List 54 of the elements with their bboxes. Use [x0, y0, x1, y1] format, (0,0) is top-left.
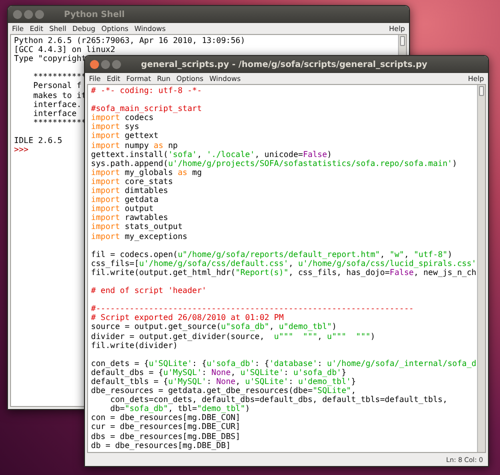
- code-line: import rawtables: [91, 213, 168, 222]
- code-line: con = dbe_resources[mg.DBE_CON]: [91, 413, 240, 422]
- code-line: import getdata: [91, 195, 158, 204]
- code-line: import output: [91, 204, 154, 214]
- code-line: import core_stats: [91, 176, 173, 186]
- code-line: default_tbls = {u'MySQL': None, u'SQLite': u'demo_tbl'}: [91, 377, 356, 386]
- code-line: import my_exceptions: [91, 232, 188, 241]
- code-line: dbs = dbe_resources[mg.DBE_DBS]: [91, 432, 240, 441]
- code-line: Personal f: [32, 81, 82, 91]
- code-line: ***********: [32, 72, 86, 82]
- code-line: import sys: [91, 122, 140, 132]
- close-button[interactable]: [13, 10, 22, 19]
- code-line: interface: [32, 108, 77, 118]
- code-line: [GCC 4.4.3] on linux2: [14, 45, 116, 54]
- code-line: import dimtables: [91, 186, 168, 196]
- code-line: fil.write(divider): [91, 340, 178, 350]
- code-line: con_dets = {u'SQLite': {u'sofa_db': {'database': u'/home/g/sofa/_internal/sofa_d: [91, 358, 476, 368]
- window-title: Python Shell: [64, 10, 125, 20]
- close-button[interactable]: [90, 60, 99, 69]
- code-line: css_fils=[u'/home/g/sofa/css/default.css', u'/home/g/sofa/css/lucid_spirals.css': [91, 258, 476, 268]
- code-line: divider = output.get_divider(source, u""" """, u""" """): [91, 332, 376, 341]
- code-line: # end of script 'header': [91, 286, 207, 296]
- code-line: dbe_resources = getdata.get_dbe_resources(dbe="SQLite",: [91, 386, 356, 396]
- code-line: >>>: [14, 145, 28, 154]
- code-line: import gettext: [91, 131, 158, 141]
- code-line: cur = dbe_resources[mg.DBE_CUR]: [91, 422, 240, 432]
- code-line: # Script exported 26/08/2010 at 01:02 PM: [91, 313, 284, 322]
- minimize-button[interactable]: [24, 10, 33, 19]
- code-line: import codecs: [91, 113, 154, 122]
- code-line: #------------------------------------------------------------------: [91, 304, 414, 314]
- minimize-button[interactable]: [101, 60, 110, 69]
- code-line: fil = codecs.open(u"/home/g/sofa/reports/default_report.htm", "w", "utf-8"): [91, 250, 452, 259]
- code-line: IDLE 2.6.5: [14, 136, 62, 146]
- code-line: ***********: [32, 118, 86, 127]
- code-line: source = output.get_source(u"sofa_db", u"demo_tbl"): [91, 322, 337, 332]
- code-line: db="sofa_db", tbl="demo_tbl"): [109, 404, 250, 414]
- code-line: con_dets=con_dets, default_dbs=default_dbs, default_tbls=default_tbls,: [109, 395, 448, 404]
- code-line: Python 2.6.5 (r265:79063, Apr 16 2010, 13:09:56): [14, 36, 246, 46]
- scrollbar-thumb[interactable]: [400, 36, 405, 46]
- maximize-button[interactable]: [35, 10, 44, 19]
- code-line: fil.write(output.get_html_hdr("Report(s)", css_fils, has_dojo=False, new_js_n_ch: [91, 268, 476, 277]
- code-line: db = dbe_resources[mg.DBE_DB]: [91, 440, 231, 450]
- scrollbar[interactable]: [477, 85, 485, 452]
- code-line: # -*- coding: utf-8 -*-: [91, 86, 202, 96]
- code-line: import my_globals as mg: [91, 168, 202, 177]
- code-line: gettext.install('sofa', './locale', unicode=False): [91, 150, 332, 159]
- code-line: import numpy as np: [91, 140, 178, 150]
- code-line: import stats_output: [91, 222, 183, 232]
- maximize-button[interactable]: [112, 60, 121, 69]
- code-line: #sofa_main_script_start: [91, 104, 202, 114]
- code-line: interface.: [32, 100, 82, 109]
- code-line: default_dbs = {u'MySQL': None, u'SQLite': u'sofa_db'}: [91, 368, 346, 377]
- code-line: sys.path.append(u'/home/g/projects/SOFA/sofastatistics/sofa.repo/sofa.main'): [91, 158, 458, 168]
- window-title: general_scripts.py - /home/g/sofa/scripts/general_scripts.py: [141, 60, 428, 70]
